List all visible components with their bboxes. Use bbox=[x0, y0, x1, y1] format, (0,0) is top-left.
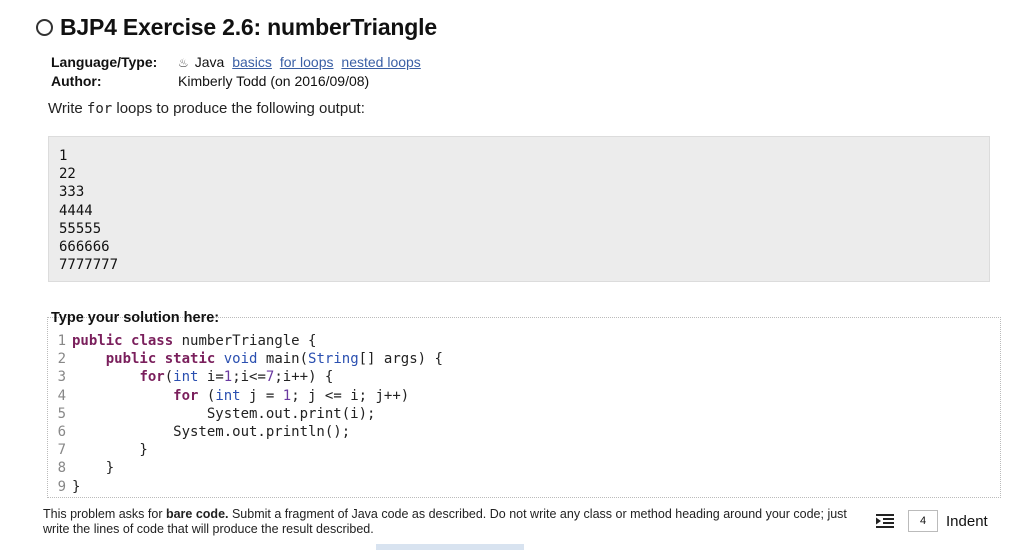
indent-controls: 4 Indent bbox=[870, 510, 988, 532]
code-editor[interactable]: 1 2 3 4 5 6 7 8 9 public class numberTri… bbox=[47, 317, 1001, 498]
language-value-group: ♨ Java basics for loops nested loops bbox=[178, 54, 421, 70]
expected-output-box: 1 22 333 4444 55555 666666 7777777 bbox=[48, 136, 990, 282]
status-circle-icon bbox=[36, 19, 53, 36]
language-row: Language/Type: ♨ Java basics for loops ne… bbox=[51, 52, 421, 71]
author-label: Author: bbox=[51, 72, 102, 89]
author-row: Author: Kimberly Todd (on 2016/09/08) bbox=[51, 71, 421, 90]
tag-basics[interactable]: basics bbox=[232, 54, 272, 70]
language-label: Language/Type: bbox=[51, 53, 158, 70]
problem-meta: Language/Type: ♨ Java basics for loops ne… bbox=[51, 52, 421, 90]
indent-size-input[interactable]: 4 bbox=[908, 510, 938, 532]
submit-button[interactable] bbox=[376, 544, 524, 550]
problem-prompt: Write for loops to produce the following… bbox=[48, 100, 365, 117]
code-content[interactable]: public class numberTriangle { public sta… bbox=[72, 332, 443, 496]
author-value: Kimberly Todd (on 2016/09/08) bbox=[178, 72, 370, 89]
indent-button[interactable]: Indent bbox=[946, 513, 988, 530]
java-cup-icon: ♨ bbox=[178, 55, 189, 70]
title-row: BJP4 Exercise 2.6: numberTriangle bbox=[36, 14, 437, 41]
tag-for-loops[interactable]: for loops bbox=[280, 54, 334, 70]
tag-nested-loops[interactable]: nested loops bbox=[341, 54, 420, 70]
indent-lines-icon[interactable] bbox=[870, 511, 900, 531]
page-title: BJP4 Exercise 2.6: numberTriangle bbox=[60, 14, 437, 40]
line-number-gutter: 1 2 3 4 5 6 7 8 9 bbox=[57, 333, 66, 495]
solution-label: Type your solution here: bbox=[51, 310, 220, 326]
language-value: Java bbox=[194, 53, 225, 70]
footer-instructions: This problem asks for bare code. Submit … bbox=[43, 507, 847, 536]
expected-output: 1 22 333 4444 55555 666666 7777777 bbox=[59, 148, 119, 274]
prompt-code: for bbox=[86, 101, 113, 117]
